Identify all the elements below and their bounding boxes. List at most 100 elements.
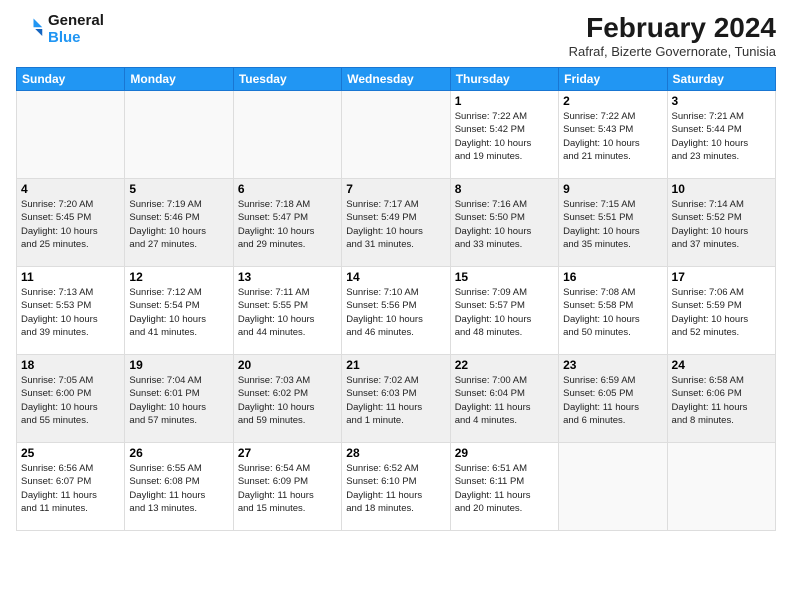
day-number: 16 — [563, 270, 662, 284]
day-info: Sunrise: 7:10 AM Sunset: 5:56 PM Dayligh… — [346, 286, 445, 339]
logo: General Blue — [16, 12, 104, 46]
header: General Blue February 2024 Rafraf, Bizer… — [16, 12, 776, 59]
title-block: February 2024 Rafraf, Bizerte Governorat… — [569, 12, 776, 59]
calendar-day — [559, 443, 667, 531]
calendar-week-row: 11 Sunrise: 7:13 AM Sunset: 5:53 PM Dayli… — [17, 267, 776, 355]
calendar-day: 6Sunrise: 7:18 AM Sunset: 5:47 PM Daylig… — [233, 179, 341, 267]
calendar-day: 28 Sunrise: 6:52 AM Sunset: 6:10 PM Dayli… — [342, 443, 450, 531]
calendar-day: 22Sunrise: 7:00 AM Sunset: 6:04 PM Dayli… — [450, 355, 558, 443]
day-number: 25 — [21, 446, 120, 460]
weekday-header: Saturday — [667, 68, 775, 91]
day-number: 24 — [672, 358, 771, 372]
calendar-day: 21Sunrise: 7:02 AM Sunset: 6:03 PM Dayli… — [342, 355, 450, 443]
calendar-week-row: 1 Sunrise: 7:22 AM Sunset: 5:42 PM Daylig… — [17, 91, 776, 179]
day-number: 14 — [346, 270, 445, 284]
calendar-day: 11 Sunrise: 7:13 AM Sunset: 5:53 PM Dayli… — [17, 267, 125, 355]
calendar-day — [342, 91, 450, 179]
day-info: Sunrise: 7:13 AM Sunset: 5:53 PM Dayligh… — [21, 286, 120, 339]
day-info: Sunrise: 7:05 AM Sunset: 6:00 PM Dayligh… — [21, 374, 120, 427]
day-info: Sunrise: 7:06 AM Sunset: 5:59 PM Dayligh… — [672, 286, 771, 339]
calendar-day — [17, 91, 125, 179]
calendar-day: 12Sunrise: 7:12 AM Sunset: 5:54 PM Dayli… — [125, 267, 233, 355]
day-number: 29 — [455, 446, 554, 460]
calendar-day: 1 Sunrise: 7:22 AM Sunset: 5:42 PM Daylig… — [450, 91, 558, 179]
day-number: 10 — [672, 182, 771, 196]
calendar-day: 18 Sunrise: 7:05 AM Sunset: 6:00 PM Dayli… — [17, 355, 125, 443]
day-info: Sunrise: 7:19 AM Sunset: 5:46 PM Dayligh… — [129, 198, 228, 251]
day-info: Sunrise: 7:22 AM Sunset: 5:42 PM Dayligh… — [455, 110, 554, 163]
day-info: Sunrise: 6:55 AM Sunset: 6:08 PM Dayligh… — [129, 462, 228, 515]
day-info: Sunrise: 7:18 AM Sunset: 5:47 PM Dayligh… — [238, 198, 337, 251]
day-info: Sunrise: 7:11 AM Sunset: 5:55 PM Dayligh… — [238, 286, 337, 339]
calendar-day: 2Sunrise: 7:22 AM Sunset: 5:43 PM Daylig… — [559, 91, 667, 179]
day-number: 20 — [238, 358, 337, 372]
calendar-day: 3 Sunrise: 7:21 AM Sunset: 5:44 PM Daylig… — [667, 91, 775, 179]
day-number: 23 — [563, 358, 662, 372]
calendar-day — [233, 91, 341, 179]
calendar-day: 29 Sunrise: 6:51 AM Sunset: 6:11 PM Dayli… — [450, 443, 558, 531]
calendar-day: 8 Sunrise: 7:16 AM Sunset: 5:50 PM Daylig… — [450, 179, 558, 267]
day-number: 4 — [21, 182, 120, 196]
weekday-header: Friday — [559, 68, 667, 91]
calendar-day: 15 Sunrise: 7:09 AM Sunset: 5:57 PM Dayli… — [450, 267, 558, 355]
calendar-day: 17Sunrise: 7:06 AM Sunset: 5:59 PM Dayli… — [667, 267, 775, 355]
weekday-header: Sunday — [17, 68, 125, 91]
day-number: 18 — [21, 358, 120, 372]
calendar-day — [667, 443, 775, 531]
logo-icon — [16, 15, 44, 43]
day-number: 13 — [238, 270, 337, 284]
day-info: Sunrise: 6:54 AM Sunset: 6:09 PM Dayligh… — [238, 462, 337, 515]
logo-text: General Blue — [48, 12, 104, 46]
day-number: 3 — [672, 94, 771, 108]
day-info: Sunrise: 7:21 AM Sunset: 5:44 PM Dayligh… — [672, 110, 771, 163]
weekday-header: Wednesday — [342, 68, 450, 91]
day-info: Sunrise: 6:56 AM Sunset: 6:07 PM Dayligh… — [21, 462, 120, 515]
weekday-header: Thursday — [450, 68, 558, 91]
day-number: 7 — [346, 182, 445, 196]
day-info: Sunrise: 6:58 AM Sunset: 6:06 PM Dayligh… — [672, 374, 771, 427]
calendar-day: 13 Sunrise: 7:11 AM Sunset: 5:55 PM Dayli… — [233, 267, 341, 355]
day-info: Sunrise: 7:02 AM Sunset: 6:03 PM Dayligh… — [346, 374, 445, 427]
calendar-day: 5Sunrise: 7:19 AM Sunset: 5:46 PM Daylig… — [125, 179, 233, 267]
day-info: Sunrise: 7:15 AM Sunset: 5:51 PM Dayligh… — [563, 198, 662, 251]
day-info: Sunrise: 6:52 AM Sunset: 6:10 PM Dayligh… — [346, 462, 445, 515]
day-info: Sunrise: 7:04 AM Sunset: 6:01 PM Dayligh… — [129, 374, 228, 427]
calendar-week-row: 18 Sunrise: 7:05 AM Sunset: 6:00 PM Dayli… — [17, 355, 776, 443]
day-number: 27 — [238, 446, 337, 460]
day-number: 11 — [21, 270, 120, 284]
day-number: 1 — [455, 94, 554, 108]
calendar-day: 10Sunrise: 7:14 AM Sunset: 5:52 PM Dayli… — [667, 179, 775, 267]
calendar-day: 19 Sunrise: 7:04 AM Sunset: 6:01 PM Dayli… — [125, 355, 233, 443]
calendar-day: 7 Sunrise: 7:17 AM Sunset: 5:49 PM Daylig… — [342, 179, 450, 267]
calendar-day: 14 Sunrise: 7:10 AM Sunset: 5:56 PM Dayli… — [342, 267, 450, 355]
weekday-header: Monday — [125, 68, 233, 91]
calendar-week-row: 4 Sunrise: 7:20 AM Sunset: 5:45 PM Daylig… — [17, 179, 776, 267]
day-info: Sunrise: 7:00 AM Sunset: 6:04 PM Dayligh… — [455, 374, 554, 427]
calendar: SundayMondayTuesdayWednesdayThursdayFrid… — [16, 67, 776, 531]
day-info: Sunrise: 7:08 AM Sunset: 5:58 PM Dayligh… — [563, 286, 662, 339]
calendar-week-row: 25 Sunrise: 6:56 AM Sunset: 6:07 PM Dayli… — [17, 443, 776, 531]
day-number: 15 — [455, 270, 554, 284]
day-info: Sunrise: 7:22 AM Sunset: 5:43 PM Dayligh… — [563, 110, 662, 163]
day-number: 28 — [346, 446, 445, 460]
day-info: Sunrise: 7:09 AM Sunset: 5:57 PM Dayligh… — [455, 286, 554, 339]
day-info: Sunrise: 6:51 AM Sunset: 6:11 PM Dayligh… — [455, 462, 554, 515]
day-number: 8 — [455, 182, 554, 196]
day-info: Sunrise: 7:17 AM Sunset: 5:49 PM Dayligh… — [346, 198, 445, 251]
calendar-day: 20 Sunrise: 7:03 AM Sunset: 6:02 PM Dayli… — [233, 355, 341, 443]
day-info: Sunrise: 7:03 AM Sunset: 6:02 PM Dayligh… — [238, 374, 337, 427]
calendar-day: 4 Sunrise: 7:20 AM Sunset: 5:45 PM Daylig… — [17, 179, 125, 267]
calendar-day: 16 Sunrise: 7:08 AM Sunset: 5:58 PM Dayli… — [559, 267, 667, 355]
calendar-day: 25 Sunrise: 6:56 AM Sunset: 6:07 PM Dayli… — [17, 443, 125, 531]
calendar-day: 27 Sunrise: 6:54 AM Sunset: 6:09 PM Dayli… — [233, 443, 341, 531]
day-info: Sunrise: 6:59 AM Sunset: 6:05 PM Dayligh… — [563, 374, 662, 427]
day-number: 12 — [129, 270, 228, 284]
calendar-day — [125, 91, 233, 179]
weekday-header: Tuesday — [233, 68, 341, 91]
day-info: Sunrise: 7:20 AM Sunset: 5:45 PM Dayligh… — [21, 198, 120, 251]
weekday-header-row: SundayMondayTuesdayWednesdayThursdayFrid… — [17, 68, 776, 91]
day-info: Sunrise: 7:16 AM Sunset: 5:50 PM Dayligh… — [455, 198, 554, 251]
day-number: 19 — [129, 358, 228, 372]
day-number: 9 — [563, 182, 662, 196]
day-number: 26 — [129, 446, 228, 460]
